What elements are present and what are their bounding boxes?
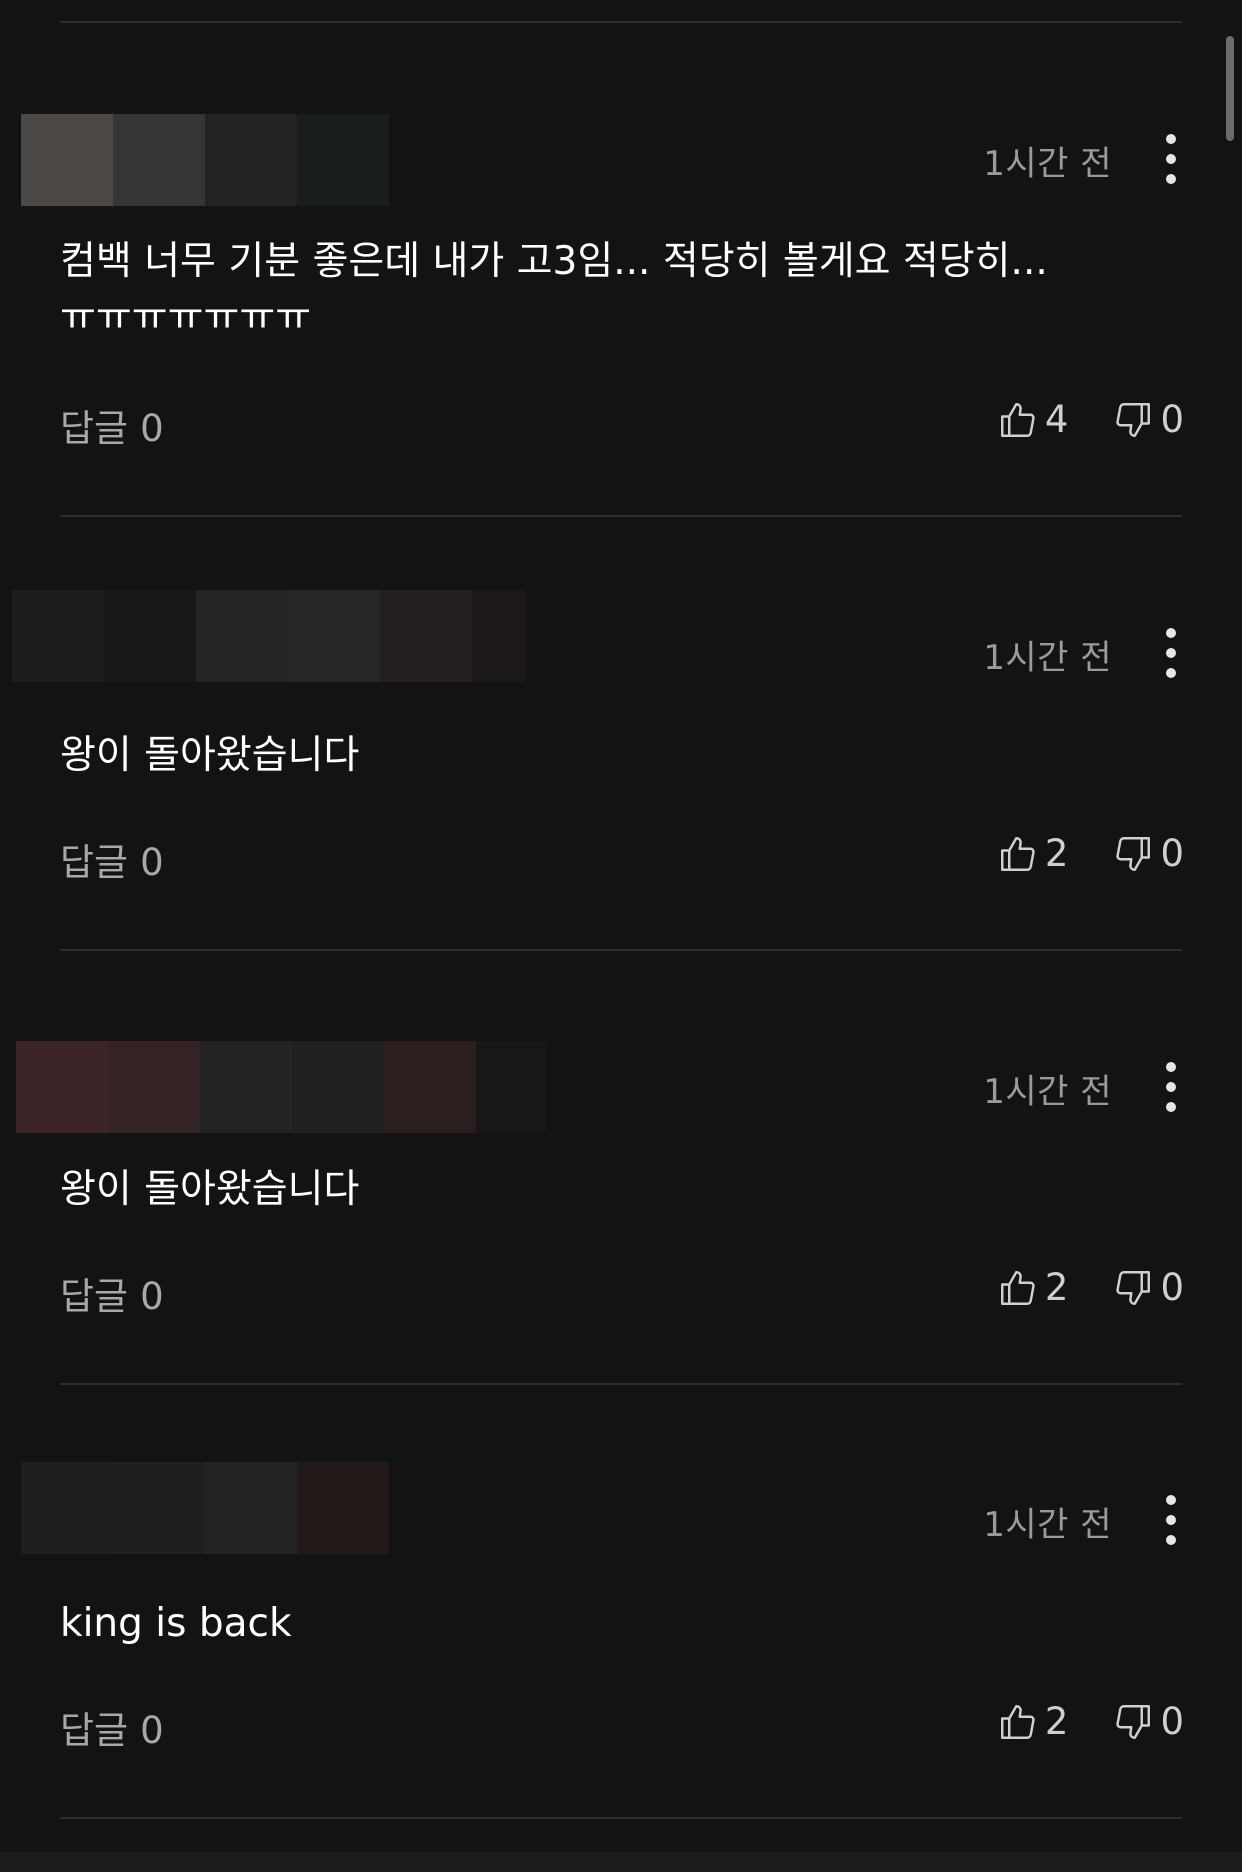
dislike-button[interactable]: 0 (1112, 398, 1184, 441)
comment-timestamp: 1시간 전 (983, 1505, 1112, 1545)
like-button[interactable]: 4 (997, 398, 1069, 441)
redacted-pixel (472, 590, 526, 682)
thumbs-down-icon (1116, 1270, 1151, 1305)
dislike-count: 0 (1160, 1266, 1184, 1309)
thumbs-down-icon (1116, 836, 1151, 871)
thumbs-up-icon (1000, 836, 1035, 871)
redacted-pixel (108, 1041, 200, 1133)
divider (60, 1383, 1182, 1385)
redacted-pixel (21, 114, 113, 206)
vote-controls: 4 0 (997, 398, 1184, 441)
redacted-pixel (104, 590, 196, 682)
redacted-pixel (113, 114, 205, 206)
like-button[interactable]: 2 (997, 832, 1069, 875)
vote-controls: 2 0 (997, 1700, 1184, 1743)
reply-label: 답글 (60, 1709, 129, 1752)
redacted-author-block (12, 590, 526, 682)
bottom-edge (0, 1852, 1242, 1872)
divider (60, 515, 1182, 517)
dislike-button[interactable]: 0 (1112, 832, 1184, 875)
more-vert-icon[interactable] (1162, 1495, 1180, 1545)
like-count: 2 (1044, 832, 1069, 875)
reply-button[interactable]: 답글 0 (60, 1266, 164, 1320)
dislike-count: 0 (1160, 398, 1184, 441)
thumbs-down-icon (1116, 1704, 1151, 1739)
thumbs-down-icon (1116, 402, 1151, 437)
like-count: 2 (1044, 1700, 1069, 1743)
redacted-pixel (12, 590, 104, 682)
vote-controls: 2 0 (997, 1266, 1184, 1309)
redacted-pixel (288, 590, 380, 682)
like-button[interactable]: 2 (997, 1700, 1069, 1743)
reply-button[interactable]: 답글 0 (60, 832, 164, 886)
dislike-button[interactable]: 0 (1112, 1700, 1184, 1743)
redacted-pixel (476, 1041, 546, 1133)
redacted-pixel (16, 1041, 108, 1133)
dislike-count: 0 (1160, 832, 1184, 875)
redacted-pixel (21, 1462, 113, 1554)
comment-timestamp: 1시간 전 (983, 144, 1112, 184)
reply-button[interactable]: 답글 0 (60, 1700, 164, 1754)
redacted-pixel (196, 590, 288, 682)
redacted-author-block (21, 1462, 389, 1554)
divider (60, 949, 1182, 951)
comment-text: 왕이 돌아왔습니다 (60, 1167, 360, 1212)
reply-count: 0 (140, 407, 164, 450)
redacted-pixel (292, 1041, 384, 1133)
divider (60, 1817, 1182, 1819)
dislike-count: 0 (1160, 1700, 1184, 1743)
reply-label: 답글 (60, 1275, 129, 1318)
scrollbar[interactable] (1226, 36, 1234, 141)
redacted-pixel (297, 1462, 389, 1554)
redacted-pixel (380, 590, 472, 682)
comment-timestamp: 1시간 전 (983, 638, 1112, 678)
redacted-pixel (297, 114, 389, 206)
divider (60, 21, 1182, 23)
dislike-button[interactable]: 0 (1112, 1266, 1184, 1309)
reply-button[interactable]: 답글 0 (60, 398, 164, 452)
reply-count: 0 (140, 841, 164, 884)
comment-text: 컴백 너무 기분 좋은데 내가 고3임... 적당히 볼게요 적당히...ㅠㅠㅠ… (60, 239, 1048, 340)
redacted-pixel (113, 1462, 205, 1554)
thumbs-up-icon (1000, 1704, 1035, 1739)
reply-label: 답글 (60, 407, 129, 450)
like-count: 4 (1044, 398, 1069, 441)
vote-controls: 2 0 (997, 832, 1184, 875)
redacted-pixel (200, 1041, 292, 1133)
comment-timestamp: 1시간 전 (983, 1072, 1112, 1112)
like-button[interactable]: 2 (997, 1266, 1069, 1309)
reply-count: 0 (140, 1709, 164, 1752)
comment-text: 왕이 돌아왔습니다 (60, 733, 360, 778)
redacted-author-block (16, 1041, 546, 1133)
redacted-pixel (205, 114, 297, 206)
comment-text: king is back (60, 1601, 292, 1646)
thumbs-up-icon (1000, 402, 1035, 437)
more-vert-icon[interactable] (1162, 1062, 1180, 1112)
like-count: 2 (1044, 1266, 1069, 1309)
redacted-pixel (205, 1462, 297, 1554)
more-vert-icon[interactable] (1162, 134, 1180, 184)
redacted-pixel (384, 1041, 476, 1133)
more-vert-icon[interactable] (1162, 628, 1180, 678)
thumbs-up-icon (1000, 1270, 1035, 1305)
reply-count: 0 (140, 1275, 164, 1318)
redacted-author-block (21, 114, 389, 206)
reply-label: 답글 (60, 841, 129, 884)
